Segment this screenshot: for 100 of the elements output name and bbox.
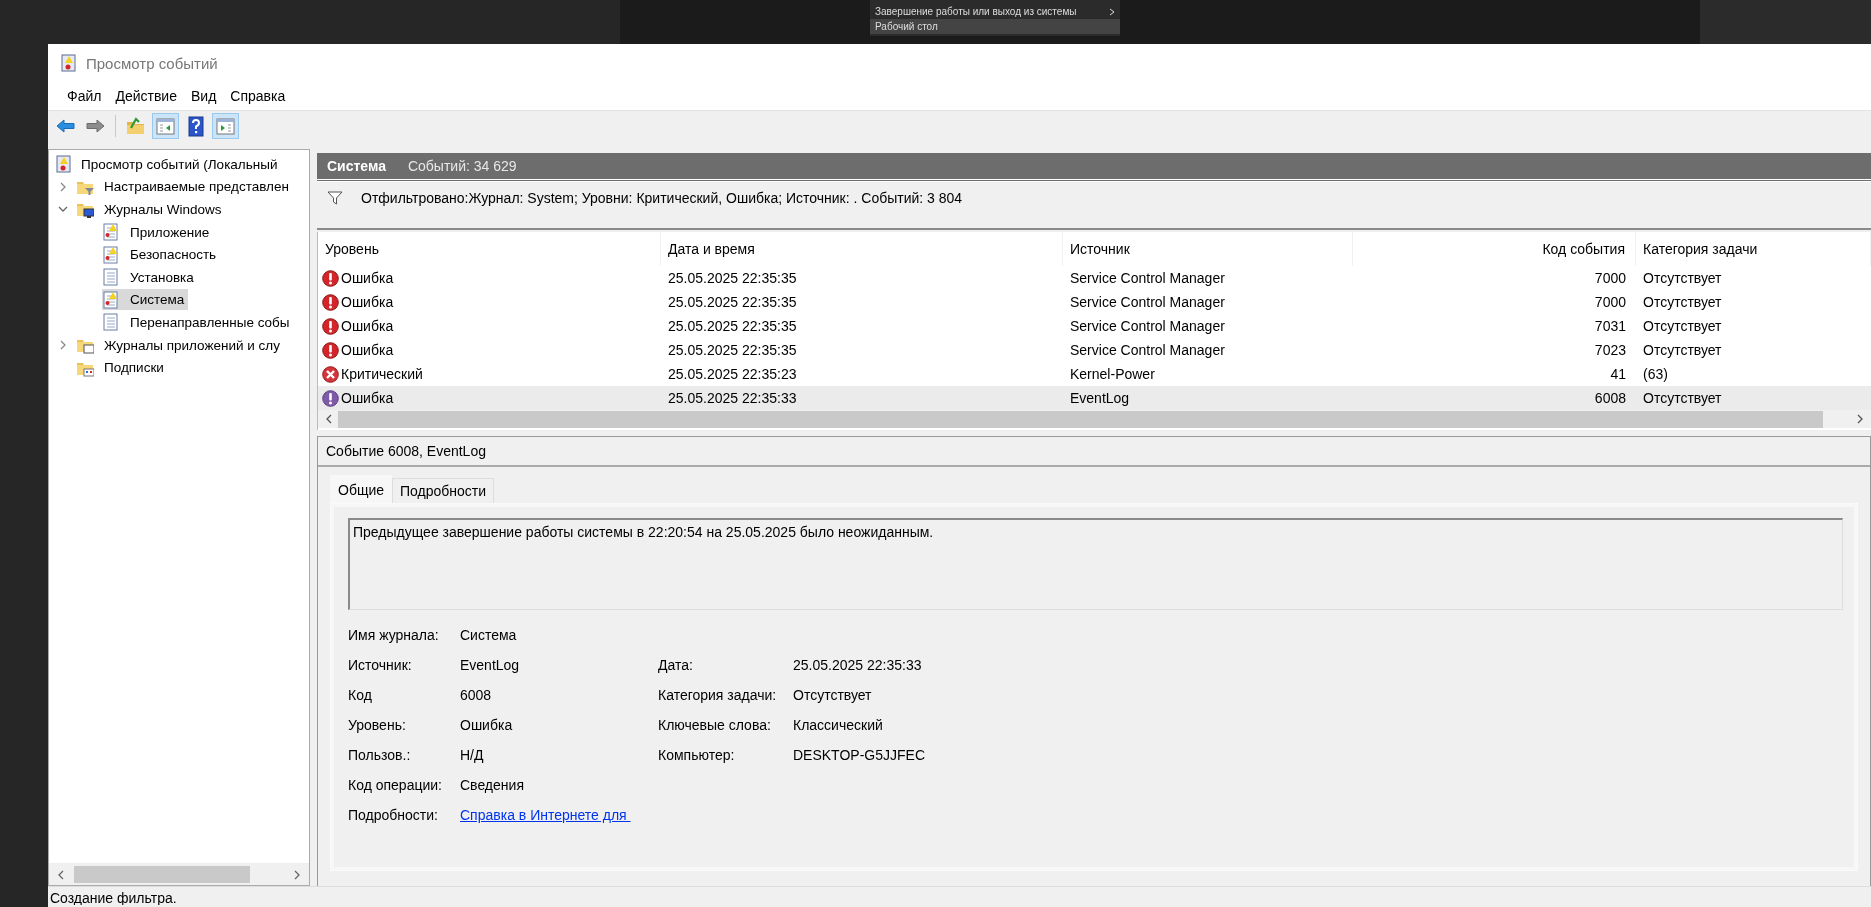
chevron-right-icon[interactable]	[58, 340, 68, 351]
table-cell-text: 25.05.2025 22:35:33	[667, 390, 798, 406]
scrollbar[interactable]	[318, 410, 1871, 428]
tree-item[interactable]: Настраиваемые представлен	[76, 176, 293, 198]
table-cell-text: Отсутствует	[1642, 342, 1723, 358]
field-value: Классический	[793, 717, 884, 733]
tree-item[interactable]: Подписки	[76, 357, 168, 379]
panel-icon	[155, 115, 176, 137]
menu-item[interactable]: Справка	[223, 88, 293, 104]
error-icon	[322, 317, 339, 335]
log-book-icon	[55, 155, 73, 174]
table-cell-text: Service Control Manager	[1069, 318, 1226, 334]
table-cell-text: EventLog	[1069, 390, 1131, 406]
table-row[interactable]: Ошибка 25.05.2025 22:35:35 Service Control Manager 7031 Отсутствует	[318, 314, 1871, 338]
table-cell-text: 25.05.2025 22:35:35	[667, 270, 798, 286]
scrollbar[interactable]	[49, 863, 309, 885]
table-cell-text: 41	[1609, 366, 1627, 382]
field-label: Код	[348, 687, 373, 703]
chevron-left-icon[interactable]	[324, 414, 334, 424]
field-label: Имя журнала:	[348, 627, 440, 643]
help-link[interactable]: Справка в Интернете для	[460, 807, 631, 823]
field-label: Ключевые слова:	[658, 717, 772, 733]
tree-item[interactable]: Система	[102, 289, 189, 311]
chevron-right-icon[interactable]	[58, 181, 68, 192]
filter-icon	[327, 190, 343, 206]
table-cell-text: Отсутствует	[1642, 318, 1723, 334]
chevron-right-icon	[1109, 7, 1115, 16]
tree-item[interactable]: Перенаправленные собы	[102, 311, 294, 333]
column-header[interactable]: Код события	[1353, 232, 1636, 266]
table-cell-text: Service Control Manager	[1069, 270, 1226, 286]
tab[interactable]: Общие	[330, 475, 393, 503]
column-header[interactable]: Источник	[1063, 232, 1353, 266]
field-label: Дата:	[658, 657, 694, 673]
field-value: 6008	[460, 687, 492, 703]
table-cell-text: 25.05.2025 22:35:35	[667, 318, 798, 334]
menu-item[interactable]: Рабочий стол	[870, 19, 1120, 34]
window-title: Просмотр событий	[86, 54, 218, 72]
menu-item[interactable]: Завершение работы или выход из системы	[870, 4, 1120, 19]
table-row[interactable]: Ошибка 25.05.2025 22:35:35 Service Control Manager 7000 Отсутствует	[318, 266, 1871, 290]
table-cell-text: Service Control Manager	[1069, 294, 1226, 310]
field-value: Н/Д	[460, 747, 484, 763]
table-cell-text: Kernel-Power	[1069, 366, 1156, 382]
table-cell: Критический	[341, 366, 423, 382]
log-book-icon	[102, 245, 120, 264]
chevron-right-icon[interactable]	[1855, 414, 1865, 424]
menu-item[interactable]: Файл	[60, 88, 109, 104]
error-icon	[322, 389, 339, 407]
panel-icon	[215, 115, 236, 137]
field-value: DESKTOP-G5JJFEC	[793, 747, 926, 763]
chevron-left-icon[interactable]	[56, 869, 66, 880]
table-row[interactable]: Ошибка 25.05.2025 22:35:35 Service Control Manager 7023 Отсутствует	[318, 338, 1871, 362]
table-cell: Ошибка	[341, 342, 394, 358]
message-box: Предыдущее завершение работы системы в 22:20:54 на 25.05.2025 было неожиданным.	[348, 518, 1843, 610]
field-value: EventLog	[460, 657, 520, 673]
table-cell-text: 7031	[1593, 318, 1627, 334]
table-cell-text: 7000	[1593, 270, 1627, 286]
field-value: Система	[460, 627, 517, 643]
table-cell: Ошибка	[341, 294, 394, 310]
status-text: Создание фильтра.	[50, 891, 177, 905]
tree-item[interactable]: Безопасность	[102, 244, 221, 266]
column-header[interactable]: Уровень	[318, 232, 661, 266]
table-cell-text: 25.05.2025 22:35:35	[667, 294, 798, 310]
log-title: Система	[327, 158, 386, 174]
table-cell-text: 6008	[1593, 390, 1627, 406]
menu-item[interactable]: Вид	[183, 88, 224, 104]
table-cell: Ошибка	[341, 270, 394, 286]
table-cell-text: Отсутствует	[1642, 270, 1723, 286]
field-value: Ошибка	[460, 717, 513, 733]
critical-icon	[322, 365, 339, 383]
log-book-icon	[102, 290, 120, 309]
tree-item[interactable]: Журналы Windows	[76, 199, 226, 220]
event-title: Событие 6008, EventLog	[318, 437, 1870, 467]
filter-description: Отфильтровано:Журнал: System; Уровни: Критический, Ошибка; Источник: . Событий: 3 804	[361, 190, 963, 206]
tab[interactable]: Подробности	[392, 478, 495, 503]
field-label: Уровень:	[348, 717, 407, 733]
table-cell-text: 7000	[1593, 294, 1627, 310]
log-book-icon	[60, 54, 78, 72]
column-header[interactable]: Дата и время	[661, 232, 1063, 266]
tree-item[interactable]: Просмотр событий (Локальный	[55, 153, 282, 175]
log-book-icon	[102, 313, 120, 332]
chevron-right-icon[interactable]	[292, 869, 302, 880]
table-row[interactable]: Ошибка 25.05.2025 22:35:35 Service Control Manager 7000 Отсутствует	[318, 290, 1871, 314]
table-cell-text: Отсутствует	[1642, 294, 1723, 310]
help-icon	[185, 115, 206, 137]
error-icon	[322, 269, 339, 287]
column-header[interactable]: Категория задачи	[1636, 232, 1871, 266]
field-label: Компьютер:	[658, 747, 736, 763]
table-cell-text: (63)	[1642, 366, 1669, 382]
table-cell-text: 25.05.2025 22:35:35	[667, 342, 798, 358]
menu-item[interactable]: Действие	[108, 88, 184, 104]
tree-item[interactable]: Журналы приложений и слу	[76, 334, 284, 356]
table-row[interactable]: Ошибка 25.05.2025 22:35:33 EventLog 6008 Отсутствует	[318, 386, 1871, 410]
log-book-icon	[102, 268, 120, 287]
field-label: Код операции:	[348, 777, 443, 793]
table-row[interactable]: Критический 25.05.2025 22:35:23 Kernel-Power 41 (63)	[318, 362, 1871, 386]
error-icon	[322, 341, 339, 359]
table-cell-text: 7023	[1593, 342, 1627, 358]
tree-item[interactable]: Приложение	[102, 221, 214, 243]
tree-item[interactable]: Установка	[102, 266, 198, 288]
table-cell: Ошибка	[341, 390, 394, 406]
